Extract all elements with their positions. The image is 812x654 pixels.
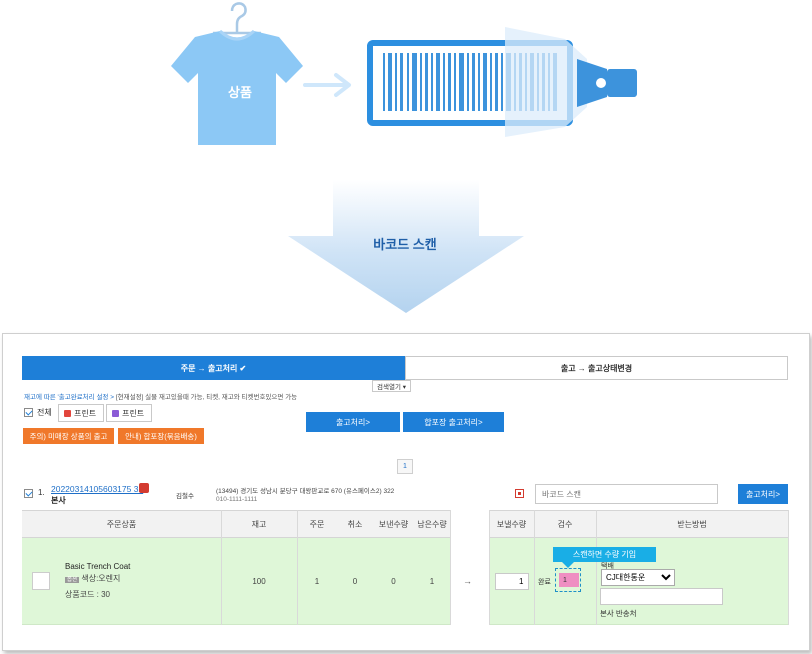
store-name: 본사: [51, 496, 66, 505]
ordered-cell: 1: [297, 538, 337, 625]
tab-order-to-shipping[interactable]: 주문 → 출고처리 ✔: [22, 356, 405, 380]
print-button-label: 프린트: [74, 408, 97, 418]
order-number-link[interactable]: 20220314105603175 32: [51, 484, 143, 494]
barcode-scan-input[interactable]: [535, 484, 718, 504]
sent-qty-cell: 0: [373, 538, 414, 625]
option-badge: 옵션: [65, 577, 80, 583]
printer-icon: [112, 409, 119, 417]
stock-settings-row: 재고에 따른 '출고완료처리 설정 > [현재설정] 실물 재고있을때 가능, …: [24, 391, 297, 401]
ship-process-button[interactable]: 출고처리>: [306, 412, 400, 432]
print-button-2[interactable]: 프린트: [106, 404, 152, 422]
order-checkbox[interactable]: [24, 489, 33, 498]
product-cell: Basic Trench Coat 옵션 색상:오렌지 상품코드 : 30: [22, 538, 221, 625]
header-send-qty: 보낼수량: [489, 510, 534, 538]
order-ship-button[interactable]: 출고처리>: [738, 484, 788, 504]
product-name: Basic Trench Coat: [65, 562, 131, 571]
order-index: 1.: [38, 488, 45, 497]
header-remaining-qty: 남은수량: [414, 510, 450, 538]
option-text: 색상:오렌지: [81, 574, 121, 583]
product-code: 상품코드 : 30: [65, 590, 111, 599]
return-address-label: 본사 반송처: [600, 609, 637, 618]
stock-cell: 100: [221, 538, 297, 625]
header-cancelled: 취소: [337, 510, 373, 538]
courier-select[interactable]: CJ대한통운: [601, 569, 675, 586]
print-button-1[interactable]: 프린트: [58, 404, 104, 422]
header-ordered: 주문: [297, 510, 337, 538]
current-settings-text: [현재설정] 실물 재고있을때 가능, 티켓, 재고와 티켓번호있으면 가능: [115, 394, 298, 401]
customer-name: 김철수: [176, 493, 194, 500]
pagination-page-1[interactable]: 1: [397, 459, 413, 474]
inspection-qty-field[interactable]: 1: [559, 573, 579, 587]
search-toggle-button[interactable]: 검색열기 ▾: [372, 380, 411, 392]
combined-ship-process-button[interactable]: 합포장 출고처리>: [403, 412, 504, 432]
print-invoice-icon[interactable]: [139, 483, 149, 493]
header-inspection: 검수: [534, 510, 596, 538]
header-delivery-method: 받는방법: [596, 510, 788, 538]
tshirt-illustration: [171, 2, 303, 145]
combined-packing-info-button[interactable]: 안내) 합포장(묶음배송): [118, 428, 204, 444]
select-all-checkbox[interactable]: [24, 408, 33, 417]
shipping-address: (13494) 경기도 성남시 분당구 대왕판교로 670 (유스페이스2) 3…: [216, 488, 395, 495]
remaining-qty-cell: 1: [414, 538, 450, 625]
send-qty-cell: [489, 538, 534, 625]
barcode-scan-label: 바코드 스캔: [373, 237, 437, 252]
cancelled-cell: 0: [337, 538, 373, 625]
shipping-settings-link[interactable]: 재고에 따른 '출고완료처리 설정 >: [24, 394, 114, 401]
return-address-input[interactable]: [600, 588, 723, 605]
printer-icon: [64, 409, 71, 417]
header-ordered-product: 주문상품: [22, 510, 221, 538]
select-all-label: 전체: [37, 408, 52, 417]
inspection-complete-label: 완료: [538, 579, 551, 586]
header-sent-qty: 보낸수량: [373, 510, 414, 538]
product-info: Basic Trench Coat 옵션 색상:오렌지 상품코드 : 30: [65, 561, 130, 601]
send-qty-input[interactable]: [494, 572, 529, 590]
scan-tooltip: 스캔하면 수량 기입: [553, 547, 656, 562]
right-arrow-icon: [303, 73, 351, 97]
header-stock: 재고: [221, 510, 297, 538]
barcode-scanner-illustration: [367, 27, 637, 137]
barcode-alert-icon: [515, 489, 524, 498]
tooltip-pointer: [562, 562, 574, 568]
transfer-arrow-icon: →: [463, 576, 472, 586]
select-all-row: 전체: [24, 407, 52, 418]
warning-unregistered-store-button[interactable]: 주의) 미매장 상품의 출고: [23, 428, 114, 444]
customer-phone: 010-1111-1111: [216, 496, 258, 503]
product-thumbnail: [32, 572, 50, 590]
print-button-label: 프린트: [122, 408, 145, 418]
tab-shipping-status-change[interactable]: 출고 → 출고상태변경: [405, 356, 788, 380]
product-label: 상품: [228, 85, 252, 100]
